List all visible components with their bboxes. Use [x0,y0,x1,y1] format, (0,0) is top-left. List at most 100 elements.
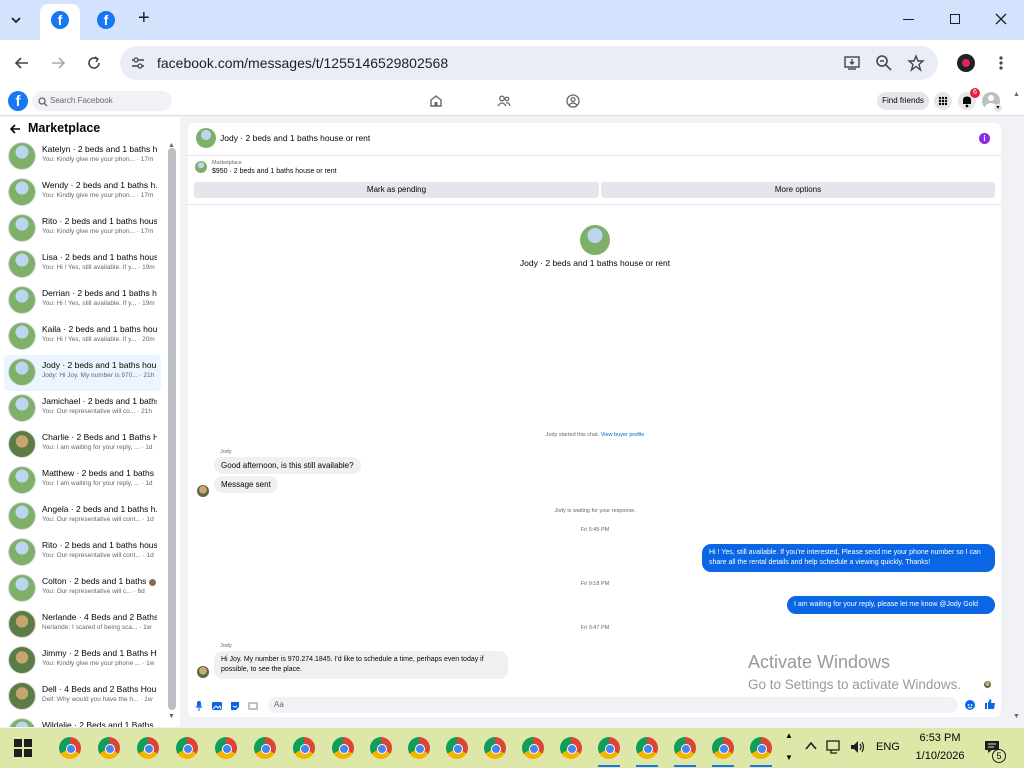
like-thumb-icon[interactable] [984,698,996,710]
incoming-message[interactable]: Hi Joy. My number is 970.274.1845. I'd l… [214,651,508,679]
facebook-logo-icon[interactable]: f [8,91,28,111]
zoom-icon[interactable] [875,54,893,72]
page-scroll-up[interactable]: ▲ [1013,91,1020,98]
new-tab-button[interactable]: + [138,7,150,30]
tab-search-button[interactable] [8,12,24,28]
gif-icon[interactable] [248,700,258,710]
clock-time[interactable]: 6:53 PM [912,732,968,744]
conversation-item[interactable]: Wildalie · 2 Beds and 1 Baths... [4,715,161,727]
back-arrow-icon[interactable] [9,123,21,135]
conversation-item[interactable]: Jimmy · 2 Beds and 1 Baths H... You: Kind… [4,643,161,679]
microphone-icon[interactable] [195,700,203,711]
restore-button[interactable] [950,14,960,24]
install-app-icon[interactable] [843,54,861,72]
language-indicator[interactable]: ENG [876,741,900,753]
incoming-message[interactable]: Good afternoon, is this still available? [214,457,361,474]
conversation-item[interactable]: Jody · 2 beds and 1 baths hou... Jody: Hi… [4,355,161,391]
chrome-taskbar-icon[interactable] [254,737,276,759]
back-button[interactable] [13,54,31,72]
conversation-item[interactable]: Katelyn · 2 beds and 1 baths h... You: Ki… [4,139,161,175]
chrome-taskbar-icon[interactable] [215,737,237,759]
info-icon[interactable]: i [979,133,990,144]
conversation-item[interactable]: Derrian · 2 beds and 1 baths h... You: Hi… [4,283,161,319]
conversation-name: Angela · 2 beds and 1 baths h... [42,504,157,514]
conversation-item[interactable]: Angela · 2 beds and 1 baths h... You: Our… [4,499,161,535]
bookmark-star-icon[interactable] [907,54,925,72]
close-window-button[interactable] [994,12,1008,26]
chrome-taskbar-icon[interactable] [370,737,392,759]
chrome-taskbar-icon[interactable] [750,737,772,759]
forward-button[interactable] [49,54,67,72]
conversation-item[interactable]: Matthew · 2 beds and 1 baths ... You: I a… [4,463,161,499]
view-buyer-profile-link[interactable]: View buyer profile [601,432,645,438]
sidebar-scroll-down[interactable]: ▼ [168,713,175,720]
browser-menu-icon[interactable] [999,55,1003,71]
chrome-taskbar-icon[interactable] [598,737,620,759]
start-button[interactable] [14,739,32,757]
conversation-item[interactable]: Dell · 4 Beds and 2 Baths Hou... Dell: Wh… [4,679,161,715]
image-icon[interactable] [212,700,222,710]
clock-date[interactable]: 1/10/2026 [910,750,970,762]
site-info-icon[interactable] [130,55,146,71]
chevron-up-icon [805,741,817,750]
chrome-taskbar-icon[interactable] [712,737,734,759]
mark-as-pending-button[interactable]: Mark as pending [194,182,599,198]
page-scroll-down[interactable]: ▼ [1013,713,1020,720]
chrome-taskbar-icon[interactable] [484,737,506,759]
listing-summary[interactable]: $950 · 2 beds and 1 baths house or rent [212,168,337,175]
chrome-taskbar-icon[interactable] [332,737,354,759]
show-hidden-icons[interactable] [804,739,818,753]
friends-icon[interactable] [497,94,511,108]
emoji-icon[interactable] [965,700,975,710]
arrow-right-icon [52,57,66,69]
conversation-item[interactable]: Nerlande · 4 Beds and 2 Baths... Nerlande… [4,607,161,643]
incoming-message[interactable]: Message sent [214,476,278,493]
menu-grid-icon[interactable] [934,92,952,110]
conversation-item[interactable]: Jamichael · 2 beds and 1 baths... You: Ou… [4,391,161,427]
chrome-taskbar-icon[interactable] [522,737,544,759]
profile-icon[interactable] [566,94,580,108]
conversation-avatar [8,502,36,530]
volume-icon[interactable] [850,739,866,755]
reload-button[interactable] [85,54,103,72]
conversation-item[interactable]: Rito · 2 beds and 1 baths hous... You: Ou… [4,535,161,571]
chat-title[interactable]: Jody · 2 beds and 1 baths house or rent [220,133,370,143]
chrome-taskbar-icon[interactable] [59,737,81,759]
seen-avatar [149,579,156,586]
network-icon[interactable] [826,739,842,755]
chrome-taskbar-icon[interactable] [408,737,430,759]
message-input[interactable]: Aa [268,697,958,713]
find-friends-button[interactable]: Find friends [877,92,929,110]
taskbar-scroll-down[interactable]: ▼ [785,753,793,762]
conversation-item[interactable]: Charlie · 2 Beds and 1 Baths H... You: I … [4,427,161,463]
conversation-item[interactable]: Lisa · 2 beds and 1 baths hous... You: Hi… [4,247,161,283]
sidebar-scrollbar[interactable] [168,148,176,710]
chrome-taskbar-icon[interactable] [446,737,468,759]
chrome-taskbar-icon[interactable] [560,737,582,759]
taskbar-scroll-up[interactable]: ▲ [785,731,793,740]
conversation-preview: You: Hi ! Yes, still available. If y... … [42,300,155,307]
chrome-taskbar-icon[interactable] [98,737,120,759]
chrome-taskbar-icon[interactable] [293,737,315,759]
waiting-note: Jody is waiting for your response. [554,508,636,514]
listing-thumbnail[interactable] [195,161,207,173]
chrome-taskbar-icon[interactable] [137,737,159,759]
outgoing-message[interactable]: I am waiting for your reply, please let … [787,596,995,614]
more-options-button[interactable]: More options [601,182,995,198]
minimize-button[interactable] [903,19,914,20]
conversation-name: Kaila · 2 beds and 1 baths hou... [42,324,157,334]
conversation-item[interactable]: Kaila · 2 beds and 1 baths hou... You: Hi… [4,319,161,355]
sticker-icon[interactable] [230,700,240,710]
chrome-taskbar-icon[interactable] [176,737,198,759]
profile-avatar[interactable] [957,54,975,72]
chat-header-avatar[interactable] [196,128,216,148]
chrome-taskbar-icon[interactable] [636,737,658,759]
chrome-taskbar-icon[interactable] [674,737,696,759]
conversation-preview: Nerlande: I scared of being sca... · 1w [42,624,152,631]
home-icon[interactable] [429,94,443,108]
outgoing-message[interactable]: Hi ! Yes, still available. If you're int… [702,544,995,572]
conversation-item[interactable]: Rito · 2 beds and 1 baths hous... You: Ki… [4,211,161,247]
url-text[interactable]: facebook.com/messages/t/1255146529802568 [157,55,448,71]
conversation-item[interactable]: Colton · 2 beds and 1 baths ... You: Our … [4,571,161,607]
conversation-item[interactable]: Wendy · 2 beds and 1 baths h... You: Kind… [4,175,161,211]
